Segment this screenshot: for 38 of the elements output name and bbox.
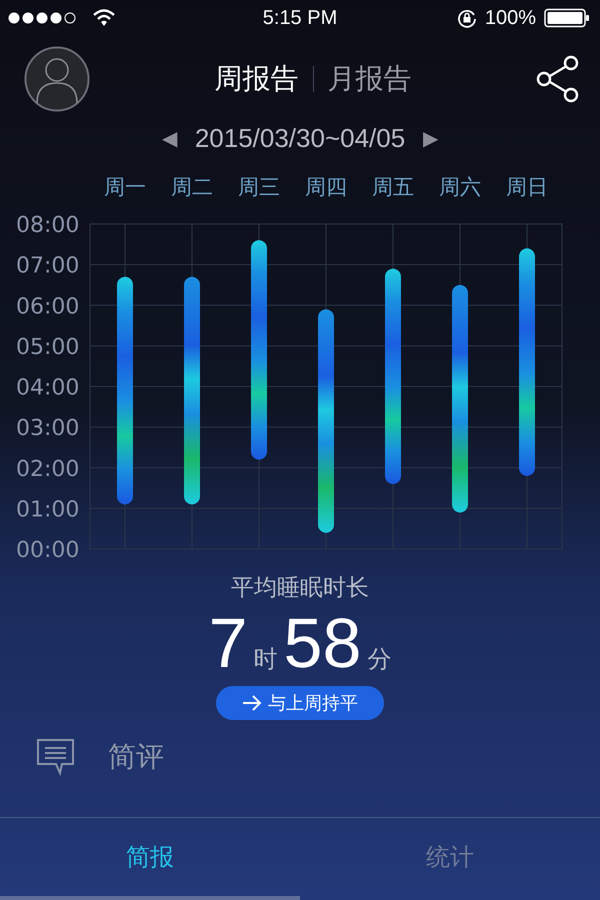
y-axis-label: 07:00 <box>16 254 80 279</box>
weekday-label: 周日 <box>506 175 548 199</box>
y-axis-label: 04:00 <box>16 376 80 400</box>
y-axis-label: 03:00 <box>16 416 80 442</box>
previous-week-button[interactable]: ◀ <box>158 126 181 150</box>
review-label: 简评 <box>108 739 164 775</box>
y-axis-label: 02:00 <box>16 456 80 482</box>
bottom-tab[interactable]: 简报 <box>0 818 300 900</box>
weekday-label: 周二 <box>171 175 213 199</box>
hours-value: 7 <box>208 605 248 682</box>
arrow-right-icon <box>242 695 262 711</box>
y-axis-label: 06:00 <box>16 294 80 320</box>
comment-icon[interactable] <box>36 738 76 776</box>
report-tab[interactable]: 月报告 <box>328 60 412 98</box>
y-axis-label: 00:00 <box>16 538 80 563</box>
weekday-label: 周三 <box>238 175 280 199</box>
report-tab[interactable]: 周报告 <box>214 60 298 98</box>
weekday-label: 周一 <box>104 175 146 199</box>
battery-percent: 100% <box>484 6 536 30</box>
minutes-value: 58 <box>284 605 362 682</box>
avatar-icon[interactable] <box>24 46 90 112</box>
y-axis-label: 05:00 <box>16 334 80 360</box>
weekday-label: 周四 <box>305 175 347 199</box>
comparison-text: 与上周持平 <box>268 692 358 715</box>
wifi-icon <box>92 9 116 27</box>
y-axis-label: 08:00 <box>16 213 80 238</box>
next-week-button[interactable]: ▶ <box>419 126 442 150</box>
share-icon[interactable] <box>536 55 580 103</box>
weekday-label: 周六 <box>439 175 481 199</box>
date-range: 2015/03/30~04/05 <box>194 122 406 154</box>
rotation-lock-icon <box>456 8 477 28</box>
minutes-unit: 分 <box>367 644 392 675</box>
hours-unit: 时 <box>254 644 278 675</box>
average-sleep-title: 平均睡眠时长 <box>231 574 369 603</box>
weekday-label: 周五 <box>372 175 414 199</box>
battery-icon <box>544 8 590 28</box>
y-axis-label: 01:00 <box>16 497 80 522</box>
status-time: 5:15 PM <box>262 6 338 30</box>
